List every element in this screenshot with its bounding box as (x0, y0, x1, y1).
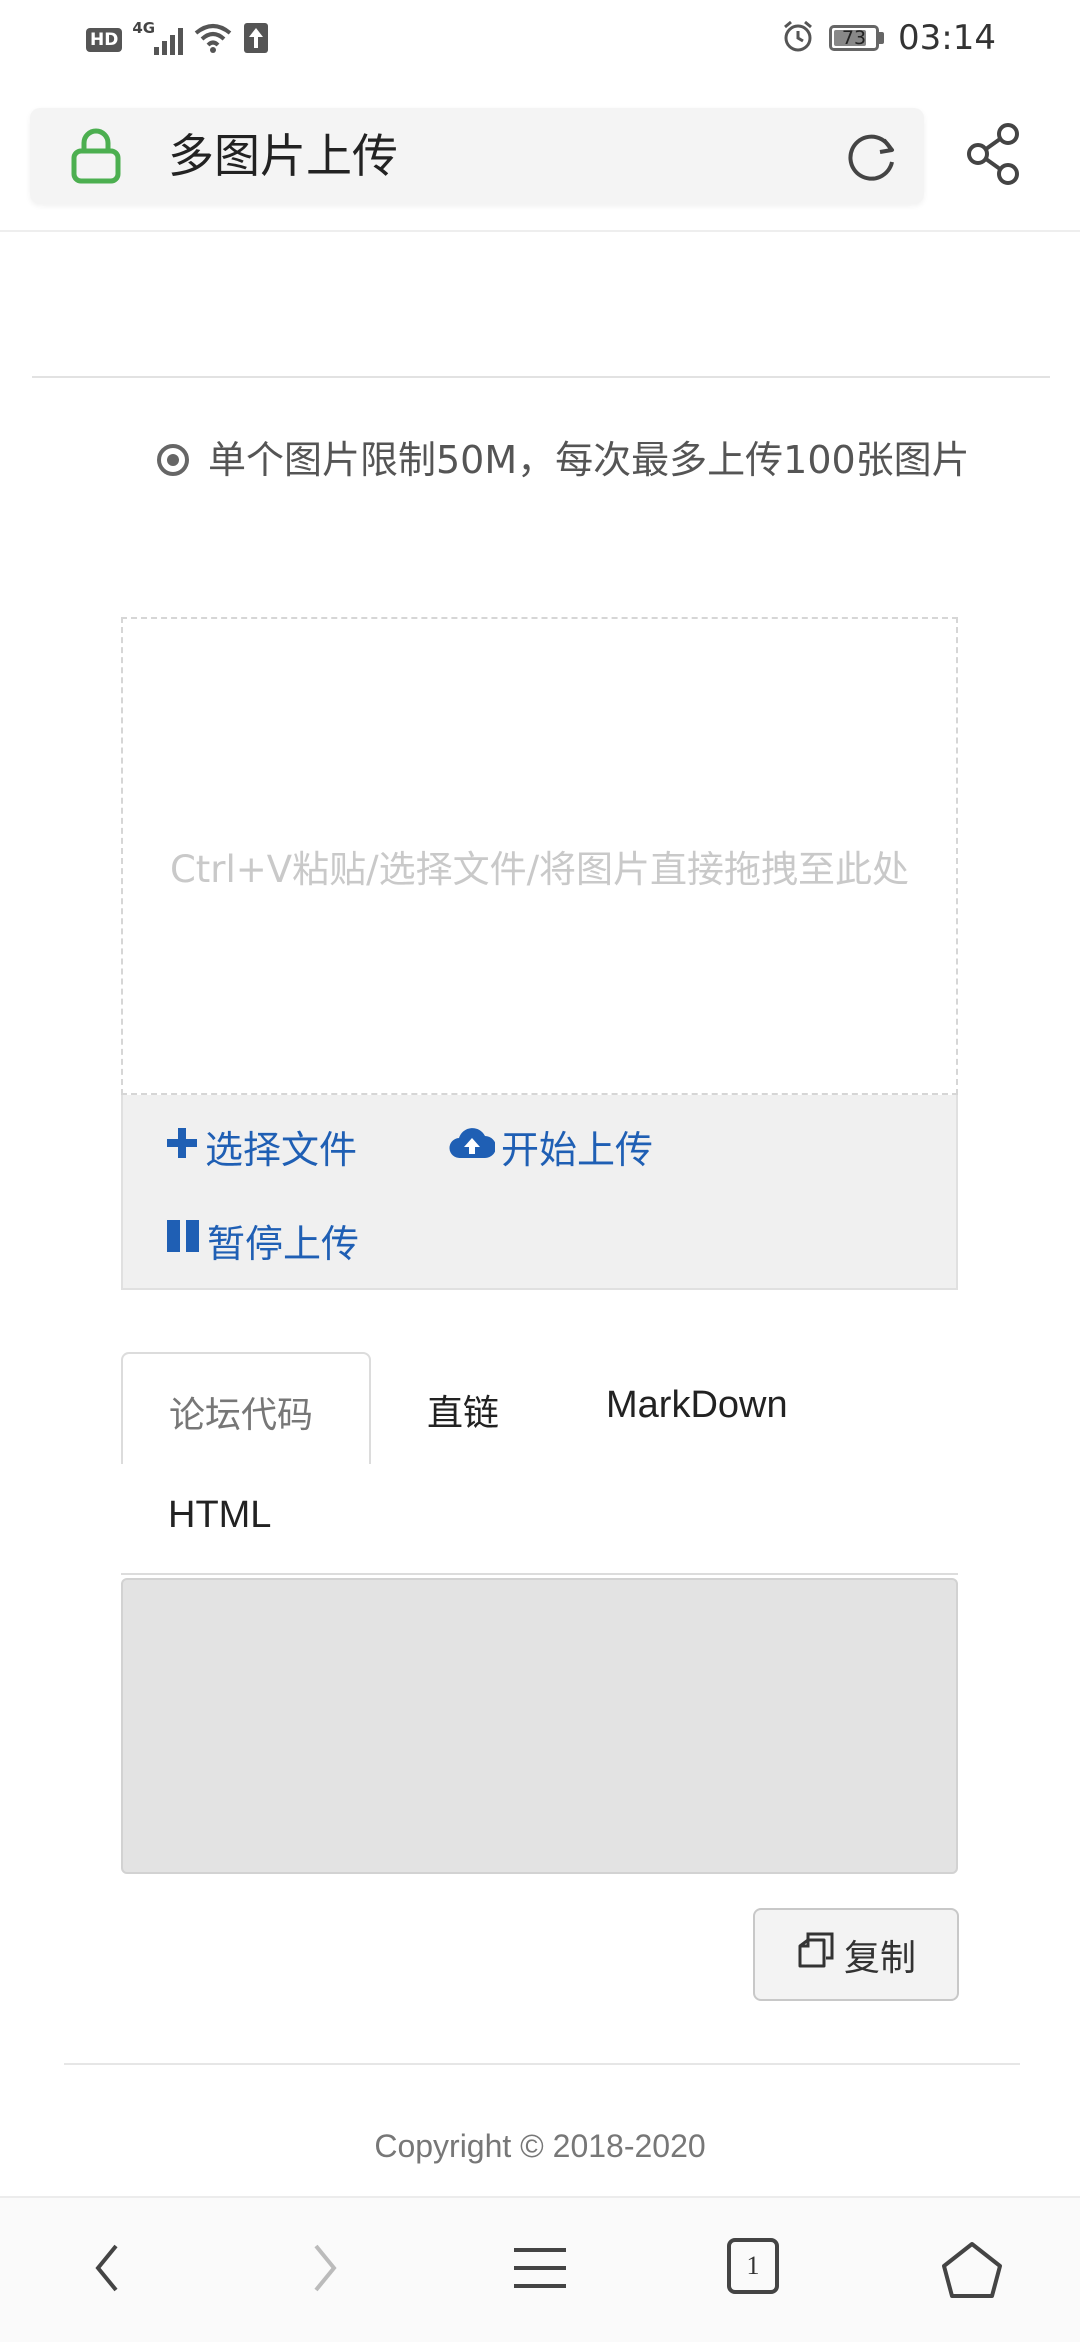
alarm-icon (781, 19, 815, 57)
radio-dot-icon (156, 442, 190, 486)
drop-hint: Ctrl+V粘贴/选择文件/将图片直接拖拽至此处 (169, 848, 910, 891)
tab-html[interactable]: HTML (168, 1494, 271, 1537)
tab-count: 1 (727, 2238, 779, 2294)
upload-arrow-icon (243, 22, 269, 58)
upload-notice: 单个图片限制50M，每次最多上传100张图片 (156, 438, 976, 486)
tab-forum-code-label: 论坛代码 (169, 1395, 314, 1436)
status-left: HD 4G (86, 19, 269, 58)
wifi-icon (193, 22, 233, 58)
lock-icon[interactable] (70, 125, 122, 189)
select-files-button[interactable]: 选择文件 (165, 1119, 357, 1174)
start-upload-label: 开始上传 (501, 1128, 654, 1172)
output-textarea[interactable] (121, 1578, 958, 1874)
menu-icon[interactable] (512, 2240, 568, 2300)
notice-text: 单个图片限制50M，每次最多上传100张图片 (208, 438, 970, 482)
section-divider (32, 376, 1050, 378)
upload-actions: 选择文件 开始上传 暂停上传 (121, 1095, 958, 1290)
battery-level: 73 (841, 27, 867, 49)
footer-divider (64, 2063, 1020, 2065)
tab-markdown[interactable]: MarkDown (606, 1384, 788, 1427)
signal-icon: 4G (132, 19, 184, 55)
drop-zone[interactable]: Ctrl+V粘贴/选择文件/将图片直接拖拽至此处 (121, 617, 958, 1095)
reload-icon[interactable] (844, 128, 900, 188)
copy-icon (796, 1930, 836, 1979)
tabs-icon[interactable]: 1 (727, 2238, 779, 2294)
page-title: 多图片上传 (168, 129, 398, 183)
cloud-upload-icon (449, 1125, 496, 1169)
back-icon[interactable] (90, 2240, 126, 2300)
copy-button[interactable]: 复制 (753, 1908, 959, 2001)
select-files-label: 选择文件 (205, 1128, 358, 1172)
address-bar[interactable]: 多图片上传 (30, 108, 924, 204)
plus-icon (165, 1125, 199, 1169)
battery-icon: 73 (829, 25, 885, 51)
home-icon[interactable] (940, 2240, 1004, 2304)
status-right: 73 03:14 (781, 18, 996, 58)
tab-forum-code[interactable]: 论坛代码 (121, 1352, 371, 1464)
tab-direct-link[interactable]: 直链 (427, 1384, 499, 1436)
pause-icon (165, 1218, 201, 1263)
clock-time: 03:14 (898, 18, 996, 58)
address-bar-divider (0, 230, 1080, 232)
pause-upload-button[interactable]: 暂停上传 (165, 1213, 359, 1268)
network-type-label: 4G (132, 19, 156, 37)
forward-icon[interactable] (306, 2240, 342, 2300)
pause-upload-label: 暂停上传 (207, 1222, 360, 1266)
status-bar: HD 4G 73 03:14 (0, 0, 1080, 84)
start-upload-button[interactable]: 开始上传 (449, 1119, 653, 1174)
hd-icon: HD (86, 28, 123, 52)
share-icon[interactable] (966, 122, 1026, 190)
browser-bottom-nav: 1 (0, 2196, 1080, 2342)
copy-label: 复制 (843, 1937, 916, 1979)
copyright-text: Copyright © 2018-2020 (374, 2128, 706, 2164)
tabs-underline (121, 1573, 958, 1575)
